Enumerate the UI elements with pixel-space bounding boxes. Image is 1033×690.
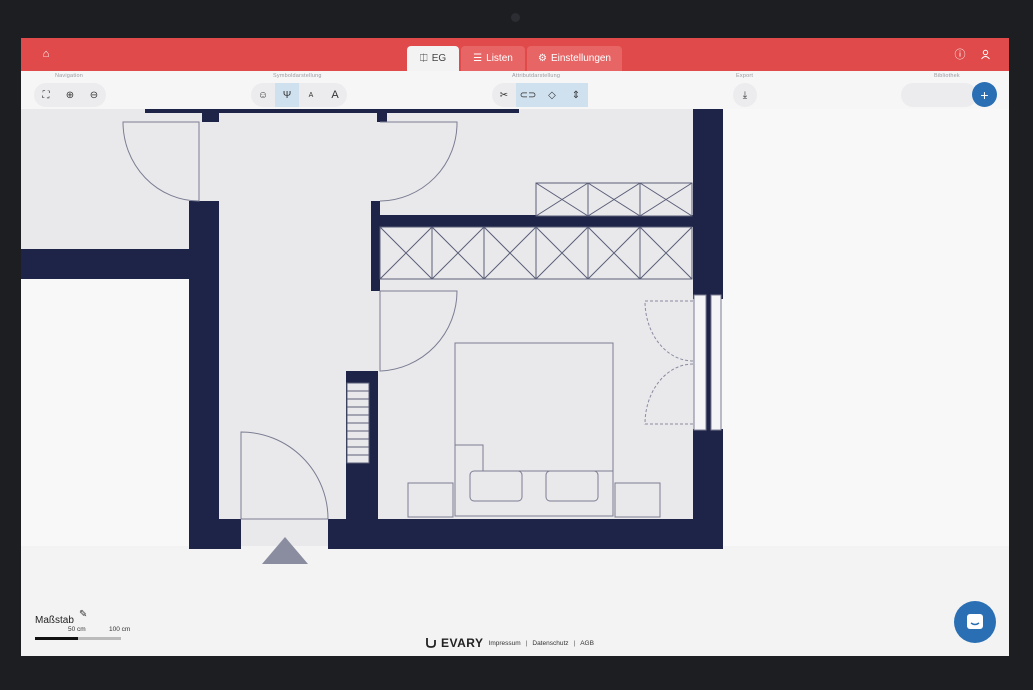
add-button[interactable]: + [972,82,997,107]
evary-logo-icon [426,637,436,650]
info-icon[interactable]: ⓘ [953,47,967,61]
large-text-icon[interactable]: A [323,83,347,107]
download-icon[interactable]: ⤓ [733,83,757,107]
app-screen: ⌂ ⎅ EG ☰ Listen ⚙ Einstellungen ⓘ Naviga… [21,38,1009,656]
gear-icon: ⚙ [537,53,547,64]
furniture-icon[interactable]: ☺ [251,83,275,107]
plant-icon[interactable]: Ψ [275,83,299,107]
tag-icon[interactable]: ◇ [540,83,564,107]
zoom-out-icon[interactable]: ⊖ [82,83,106,107]
attribute-label: Attributdarstellung [512,73,561,79]
floorplan-icon: ⎅ [419,53,428,64]
measure-icon[interactable]: ✂ [492,83,516,107]
tab-listen[interactable]: ☰ Listen [461,46,525,71]
footer-link-impressum[interactable]: Impressum [489,640,521,647]
export-group: ⤓ [733,83,757,107]
attribute-group: ✂ ⊂⊃ ◇ ⇕ [492,83,588,107]
symbol-group: ☺ Ψ A A [251,83,347,107]
footer: EVARY Impressum | Datenschutz | AGB [426,636,594,650]
brand-name: EVARY [441,636,484,650]
zoom-in-icon[interactable]: ⊕ [58,83,82,107]
fit-screen-icon[interactable]: ⛶ [34,83,58,107]
scale-title: Maßstab [35,615,74,626]
tab-eg[interactable]: ⎅ EG [407,46,459,71]
scale-bar [35,637,121,640]
symbol-label: Symboldarstellung [273,73,322,79]
tab-einstellungen[interactable]: ⚙ Einstellungen [527,46,622,71]
link-icon[interactable]: ⊂⊃ [516,83,540,107]
pencil-icon[interactable]: ✎ [79,609,87,620]
chat-icon [967,614,983,629]
scale-mark-100: 100 cm [109,626,131,633]
user-icon[interactable] [978,47,992,61]
chat-button[interactable] [954,601,996,643]
floor-plan[interactable] [21,109,1009,589]
height-icon[interactable]: ⇕ [564,83,588,107]
top-bar: ⌂ ⎅ EG ☰ Listen ⚙ Einstellungen ⓘ [21,38,1009,71]
scale-mark-50: 50 cm [68,626,86,633]
camera [511,13,520,22]
footer-link-datenschutz[interactable]: Datenschutz [532,640,568,647]
navigation-label: Navigation [55,73,83,79]
library-label: Bibliothek [934,73,960,79]
home-icon[interactable]: ⌂ [39,47,53,61]
footer-link-agb[interactable]: AGB [580,640,594,647]
export-label: Export [736,73,754,79]
toolbar: Navigation Symboldarstellung Attributdar… [21,71,1009,110]
scale-panel: Maßstab ✎ 50 cm 100 cm [35,609,130,640]
small-text-icon[interactable]: A [299,83,323,107]
list-icon: ☰ [473,53,483,64]
navigation-group: ⛶ ⊕ ⊖ [34,83,106,107]
library-search[interactable] [901,83,977,107]
